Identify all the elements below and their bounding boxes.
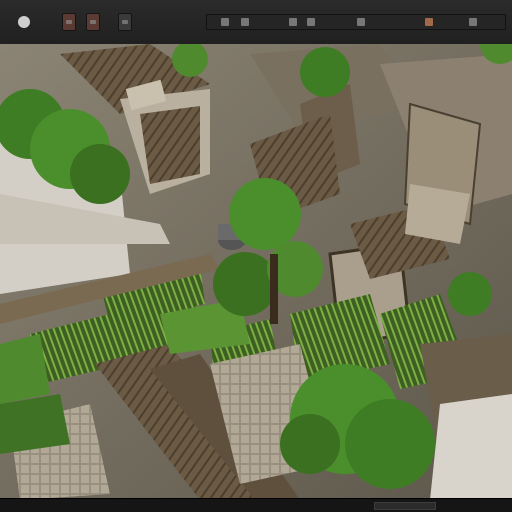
- editor-toolbar: [0, 0, 512, 45]
- render-icon[interactable]: [425, 18, 433, 26]
- transform-tool-button[interactable]: [62, 13, 76, 31]
- light-icon[interactable]: [307, 18, 315, 26]
- layer-tool-button[interactable]: [118, 13, 132, 31]
- scene-viewport[interactable]: [0, 44, 512, 500]
- viewport-tool-strip: [206, 14, 506, 30]
- editor-window: ⸰: [0, 0, 512, 512]
- record-dot-icon[interactable]: [18, 16, 30, 28]
- settings-icon[interactable]: [469, 18, 477, 26]
- view-icon[interactable]: [221, 18, 229, 26]
- scale-tool-button[interactable]: [86, 13, 100, 31]
- scene-render: [0, 44, 512, 500]
- status-field[interactable]: [374, 502, 436, 510]
- status-bar: [0, 498, 512, 512]
- grid-icon[interactable]: [241, 18, 249, 26]
- camera-icon[interactable]: [289, 18, 297, 26]
- snap-icon[interactable]: [357, 18, 365, 26]
